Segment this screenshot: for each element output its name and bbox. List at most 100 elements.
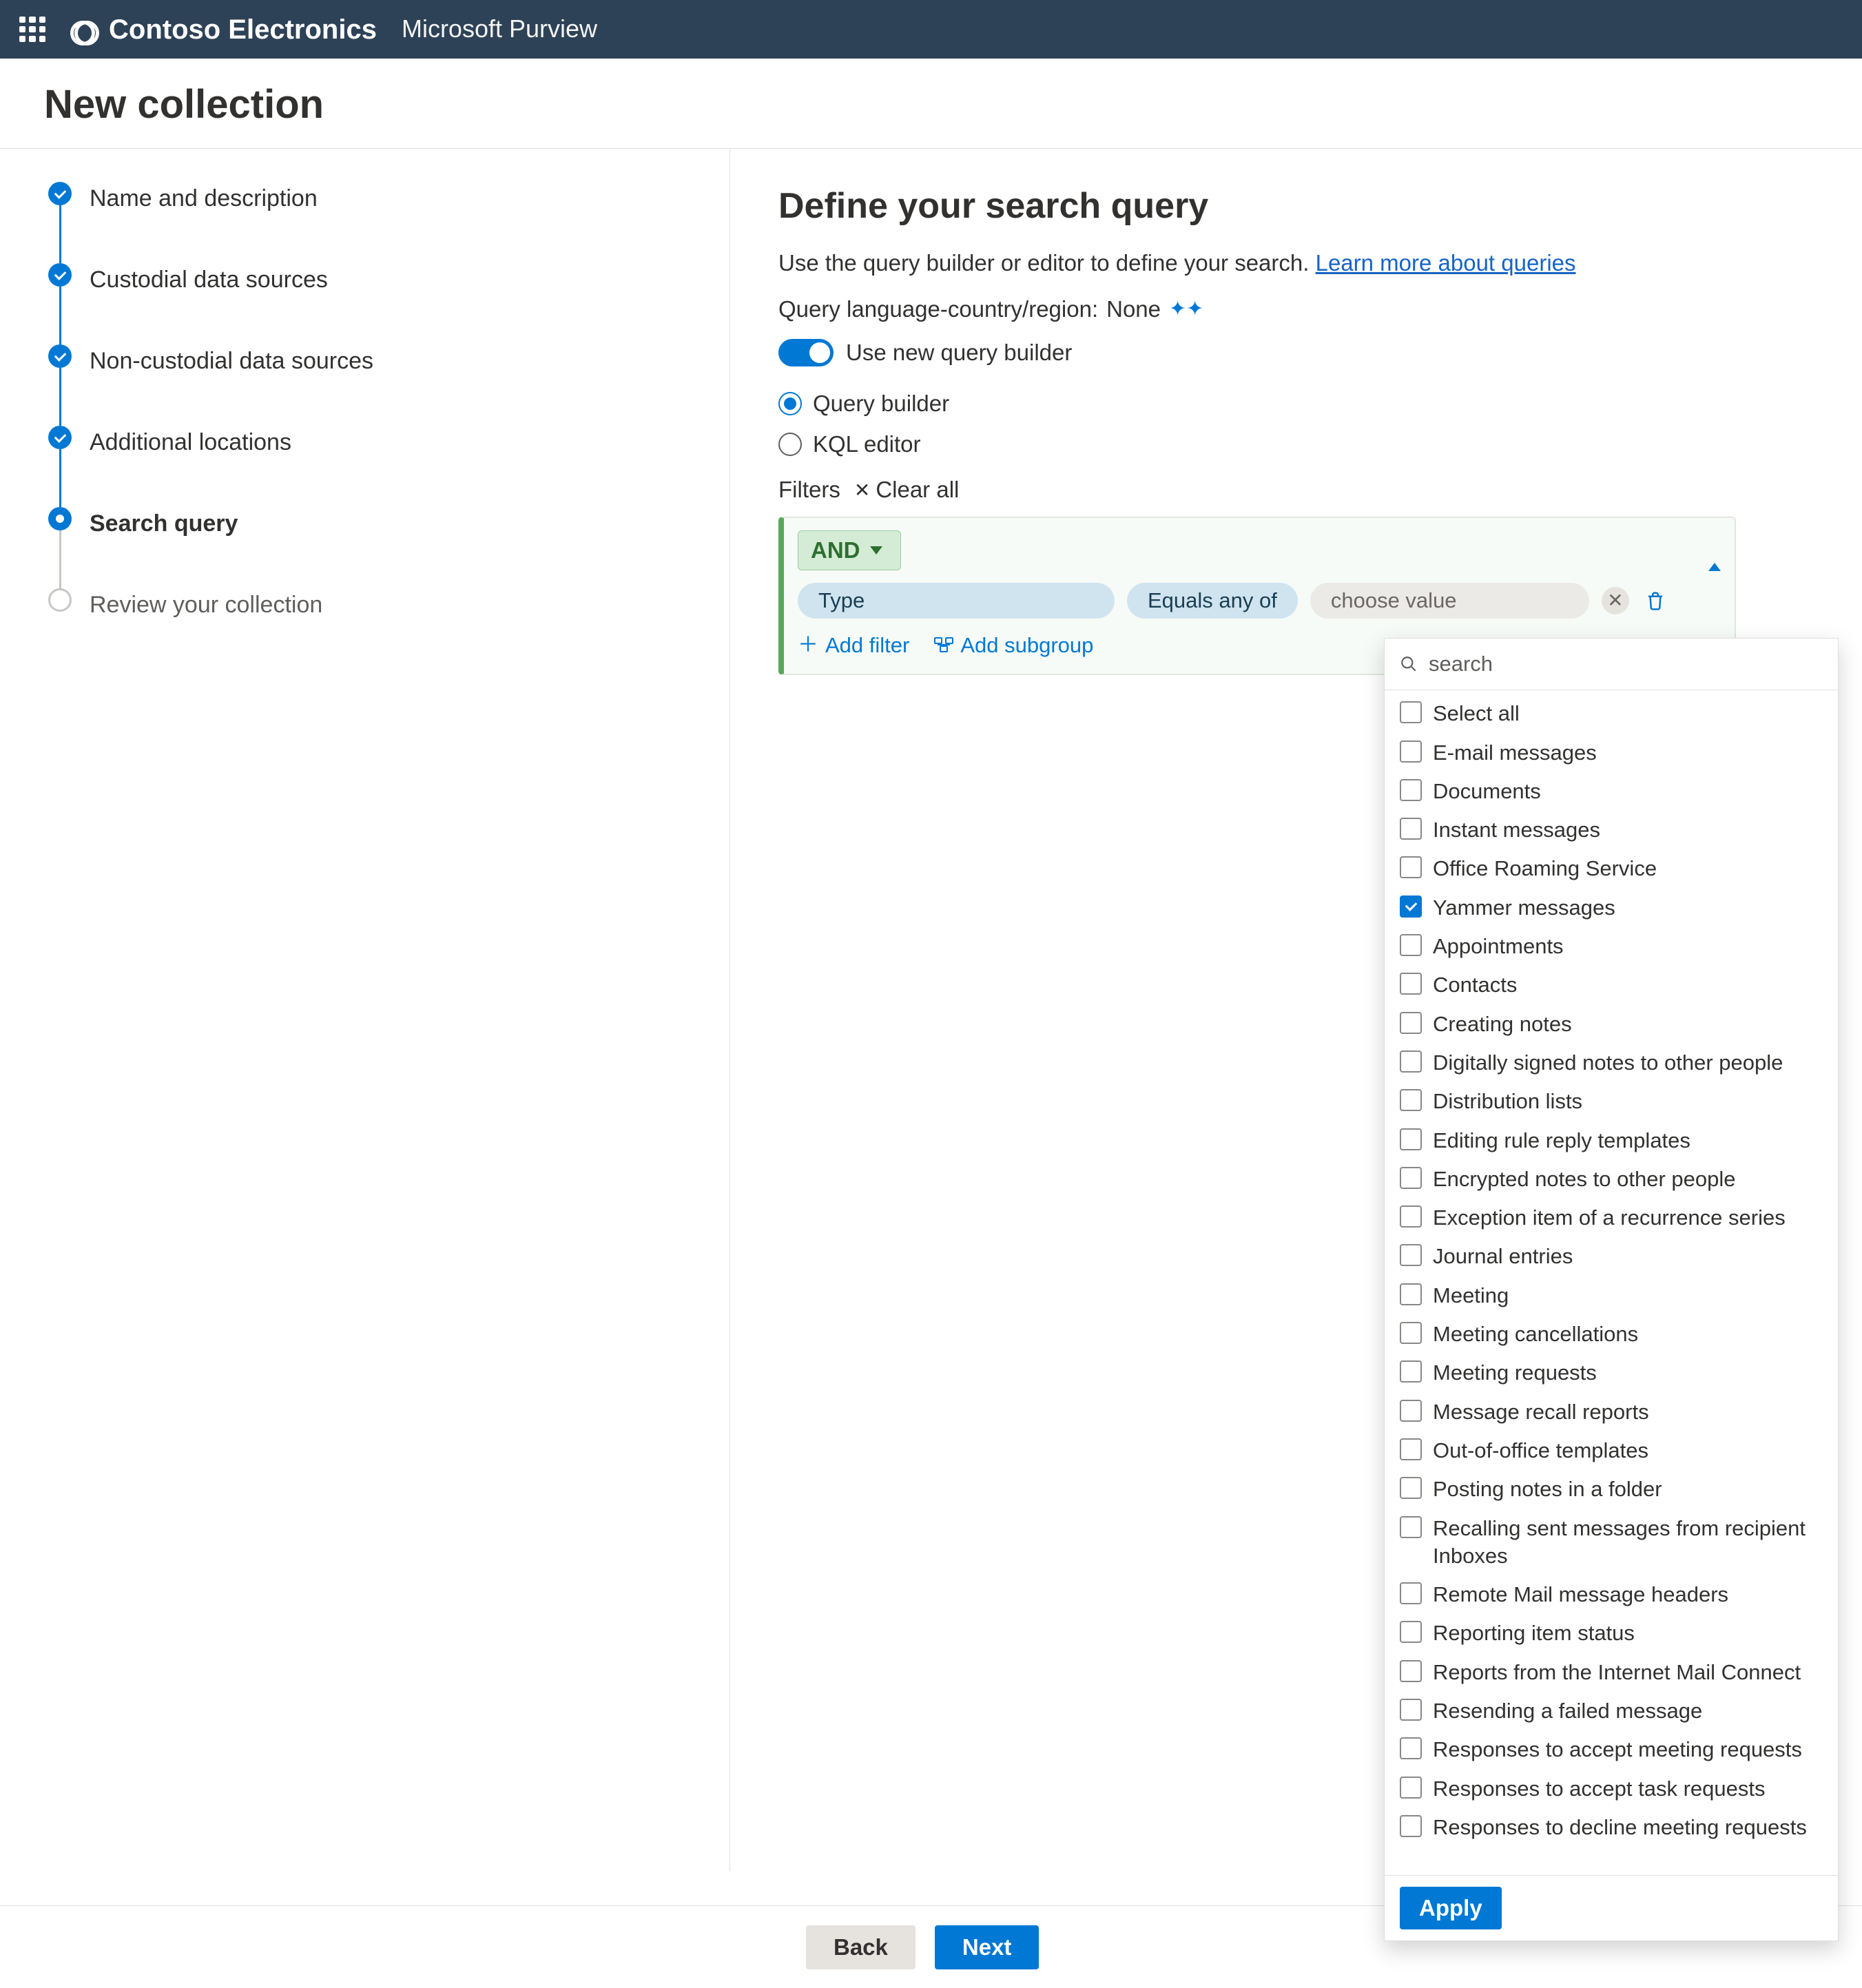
dropdown-option[interactable]: Responses to accept meeting requests [1385,1730,1838,1769]
checkbox-icon [1400,1128,1422,1150]
product-name[interactable]: Microsoft Purview [402,12,597,46]
dropdown-option[interactable]: Meeting cancellations [1385,1315,1838,1354]
checkbox-icon [1400,1400,1422,1422]
dropdown-option[interactable]: Appointments [1385,927,1838,966]
subgroup-icon [934,631,953,660]
checkbox-icon [1400,1621,1422,1643]
dropdown-search-input[interactable] [1427,651,1823,677]
learn-more-link[interactable]: Learn more about queries [1316,250,1576,276]
checkbox-icon [1400,856,1422,878]
dropdown-option-list[interactable]: Select all E-mail messages DocumentsInstan… [1385,690,1838,1875]
step-done-icon [48,426,72,449]
back-button[interactable]: Back [806,1925,916,1969]
group-operator-dropdown[interactable]: AND [798,530,901,571]
dropdown-option-label: Office Roaming Service [1433,855,1657,882]
dropdown-option[interactable]: Contacts [1385,966,1838,1004]
dropdown-option[interactable]: Creating notes [1385,1005,1838,1044]
dropdown-option[interactable]: Meeting [1385,1276,1838,1315]
add-filter-button[interactable]: ＋ Add filter [798,631,909,660]
query-language-value: None [1106,294,1161,325]
dropdown-option-label: Remote Mail message headers [1433,1581,1728,1608]
dropdown-option[interactable]: Recalling sent messages from recipient I… [1385,1509,1838,1576]
next-button[interactable]: Next [935,1925,1039,1969]
checkbox-icon [1400,1582,1422,1604]
checkbox-icon [1400,1322,1422,1344]
dropdown-option[interactable]: Meeting requests [1385,1354,1838,1392]
checkbox-icon [1400,1477,1422,1499]
dropdown-option[interactable]: Reporting item status [1385,1614,1838,1653]
filter-field-selector[interactable]: Type [798,583,1115,619]
checkbox-icon [1400,934,1422,956]
dropdown-option[interactable]: Responses to decline meeting requests [1385,1808,1838,1847]
dropdown-option-label: Journal entries [1433,1243,1573,1270]
step-label: Additional locations [90,426,291,459]
dropdown-option[interactable]: Documents [1385,772,1838,811]
filters-bar: Filters ✕ Clear all [778,475,1814,506]
delete-filter-button[interactable] [1642,587,1669,614]
step-custodial-data-sources[interactable]: Custodial data sources [48,263,703,344]
checkbox-icon [1400,1167,1422,1189]
radio-icon [778,392,802,415]
collapse-group-button[interactable] [1708,535,1721,566]
checkbox-icon [1400,1777,1422,1799]
step-done-icon [48,344,72,368]
step-future-icon [48,588,72,612]
step-connector [59,530,61,588]
option-kql-editor[interactable]: KQL editor [778,429,1814,460]
step-search-query[interactable]: Search query [48,507,703,588]
step-connector [59,449,61,507]
dropdown-option[interactable]: Editing rule reply templates [1385,1121,1838,1160]
apply-button[interactable]: Apply [1400,1887,1502,1929]
checkbox-icon [1400,1516,1422,1538]
filter-operator-selector[interactable]: Equals any of [1127,583,1298,619]
dropdown-option[interactable]: Select all [1385,694,1838,733]
dropdown-option[interactable]: Instant messages [1385,811,1838,849]
app-launcher-icon[interactable] [19,17,45,43]
dropdown-option-label: E-mail messages [1433,739,1597,767]
step-label: Name and description [90,182,318,215]
dropdown-option[interactable]: Posting notes in a folder [1385,1470,1838,1509]
dropdown-option[interactable]: Distribution lists [1385,1082,1838,1121]
type-value-dropdown: Select all E-mail messages DocumentsInstan… [1384,638,1839,1941]
option-query-builder[interactable]: Query builder [778,389,1814,420]
add-subgroup-button[interactable]: Add subgroup [934,631,1093,660]
org-logo-icon [70,15,99,44]
remove-filter-button[interactable]: ✕ [1602,587,1629,614]
checkbox-icon [1400,1360,1422,1383]
step-review-your-collection[interactable]: Review your collection [48,588,703,621]
step-connector [59,368,61,426]
dropdown-option[interactable]: Encrypted notes to other people [1385,1160,1838,1199]
dropdown-option[interactable]: Out-of-office templates [1385,1431,1838,1470]
step-label: Review your collection [90,588,322,621]
clear-all-button[interactable]: ✕ Clear all [854,475,960,506]
dropdown-option[interactable]: Journal entries [1385,1237,1838,1276]
close-icon: ✕ [854,477,870,504]
dropdown-option[interactable]: Office Roaming Service [1385,849,1838,888]
new-query-builder-toggle-label: Use new query builder [846,338,1072,369]
dropdown-option[interactable]: Remote Mail message headers [1385,1575,1838,1614]
dropdown-option-label: Message recall reports [1433,1398,1649,1426]
checkbox-icon [1400,1089,1422,1111]
dropdown-option[interactable]: Yammer messages [1385,889,1838,927]
org-brand[interactable]: Contoso Electronics [70,11,377,48]
globe-icon[interactable]: ✦✦ [1169,296,1203,324]
filter-value-selector[interactable]: choose value [1310,583,1589,619]
dropdown-option-label: Responses to accept meeting requests [1433,1736,1802,1763]
dropdown-option-label: Posting notes in a folder [1433,1476,1662,1503]
new-query-builder-toggle[interactable] [778,339,834,366]
dropdown-option[interactable]: Message recall reports [1385,1393,1838,1431]
dropdown-option[interactable]: Exception item of a recurrence series [1385,1199,1838,1237]
dropdown-option[interactable]: Digitally signed notes to other people [1385,1044,1838,1082]
step-connector [59,287,61,344]
step-name-and-description[interactable]: Name and description [48,182,703,263]
dropdown-option[interactable]: Responses to accept task requests [1385,1770,1838,1808]
search-query-panel: Define your search query Use the query b… [730,149,1862,1871]
dropdown-option[interactable]: Resending a failed message [1385,1692,1838,1730]
step-additional-locations[interactable]: Additional locations [48,426,703,507]
plus-icon: ＋ [798,635,818,656]
dropdown-option[interactable]: Reports from the Internet Mail Connect [1385,1653,1838,1692]
step-label: Search query [90,507,238,540]
step-non-custodial-data-sources[interactable]: Non-custodial data sources [48,344,703,426]
dropdown-option[interactable]: E-mail messages [1385,734,1838,772]
dropdown-option-label: Reporting item status [1433,1619,1635,1647]
